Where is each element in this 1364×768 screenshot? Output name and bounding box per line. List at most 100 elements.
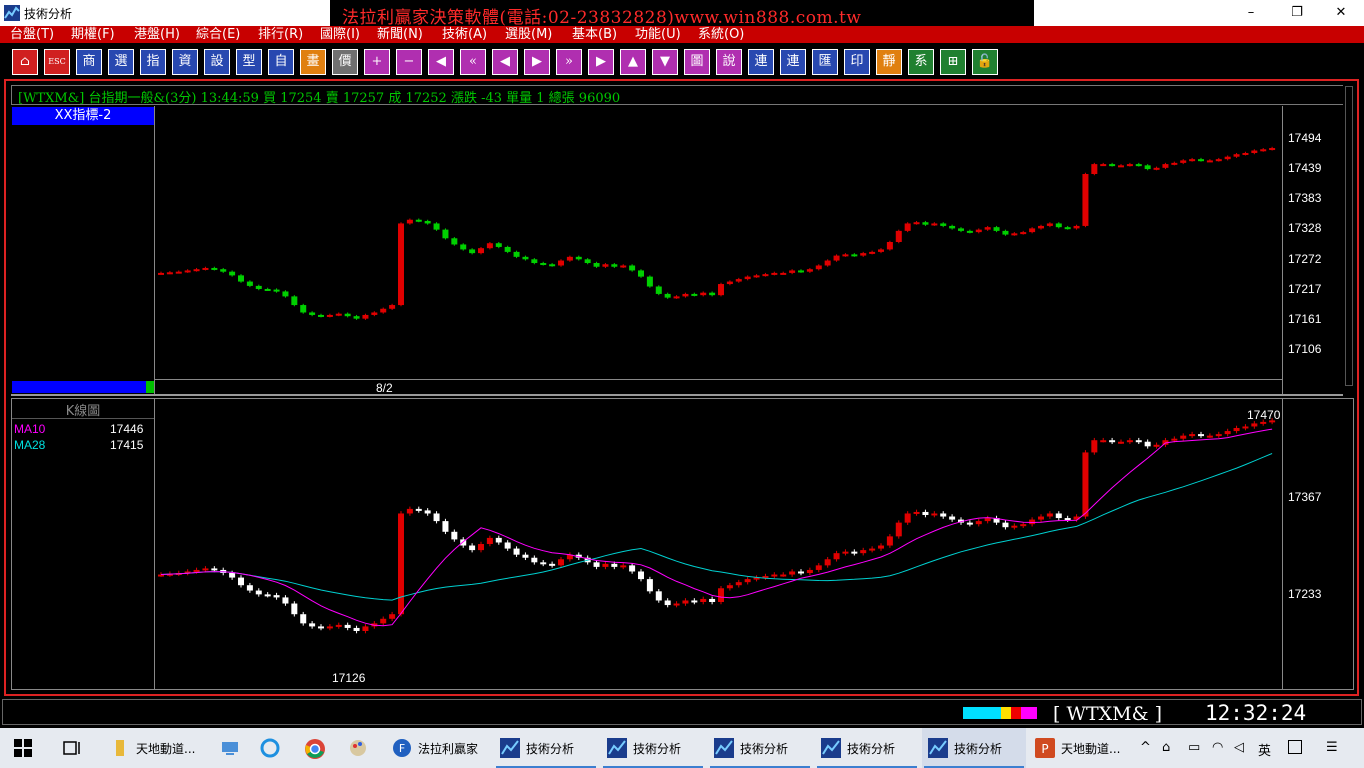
ime-indicator[interactable]: 英 <box>1258 740 1271 759</box>
notification-icon[interactable]: ☰ <box>1326 740 1338 755</box>
paint-icon[interactable] <box>348 738 368 758</box>
back-icon[interactable]: ◀ <box>492 49 518 75</box>
price-icon[interactable]: 價 <box>332 49 358 75</box>
candle-body <box>1100 164 1107 167</box>
indicator-title[interactable]: XX指標-2 <box>12 107 154 125</box>
status-color-red <box>1011 707 1021 719</box>
menu-composite[interactable]: 綜合(E) <box>196 26 240 43</box>
menu-system[interactable]: 系統(O) <box>698 26 744 43</box>
kline-title[interactable]: K線圖 <box>12 400 154 419</box>
zoom-out-icon[interactable]: − <box>396 49 422 75</box>
candle-body <box>1011 233 1018 236</box>
zoom-in-icon[interactable]: + <box>364 49 390 75</box>
kline-body <box>1082 452 1089 517</box>
kline-body <box>655 591 662 601</box>
taskbar-item[interactable]: 技術分析 <box>601 728 705 768</box>
select-icon[interactable]: 選 <box>108 49 134 75</box>
tray-battery-icon[interactable]: ▭ <box>1188 740 1200 755</box>
link-icon[interactable]: 連 <box>748 49 774 75</box>
forward-icon[interactable]: ▶ <box>524 49 550 75</box>
menu-function[interactable]: 功能(U) <box>635 26 681 43</box>
kline-body <box>442 521 449 532</box>
fast-forward-icon[interactable]: » <box>556 49 582 75</box>
taskbar-item[interactable]: 技術分析 <box>815 728 919 768</box>
menu-futures[interactable]: 期權(F) <box>71 26 115 43</box>
settings-icon[interactable]: 設 <box>204 49 230 75</box>
chrome-icon[interactable] <box>304 738 326 760</box>
tray-wifi-icon[interactable]: ◠ <box>1212 740 1223 755</box>
tray-device-icon[interactable]: ⌂ <box>1162 740 1170 755</box>
ie-browser-icon[interactable] <box>260 738 280 758</box>
taskbar-item[interactable]: 技術分析 <box>494 728 598 768</box>
kline-body <box>940 513 947 517</box>
pattern-icon[interactable]: 型 <box>236 49 262 75</box>
taskbar-item[interactable]: 天地動道... <box>104 728 208 768</box>
print-icon[interactable]: 印 <box>844 49 870 75</box>
product-icon[interactable]: 商 <box>76 49 102 75</box>
vertical-scrollbar[interactable] <box>1343 84 1355 394</box>
indicator-icon[interactable]: 指 <box>140 49 166 75</box>
fast-back-icon[interactable]: « <box>460 49 486 75</box>
esc-icon[interactable]: ESC <box>44 49 70 75</box>
static-icon[interactable]: 靜 <box>876 49 902 75</box>
kline-body <box>949 516 956 520</box>
home-icon[interactable]: ⌂ <box>12 49 38 75</box>
taskbar-item[interactable]: P 天地動道... <box>1029 728 1133 768</box>
menu-ranking[interactable]: 排行(R) <box>258 26 303 43</box>
left-end-icon[interactable]: ◀ <box>428 49 454 75</box>
app-chart-icon <box>4 5 20 21</box>
menu-stock-picking[interactable]: 選股(M) <box>505 26 552 43</box>
export-icon[interactable]: 匯 <box>812 49 838 75</box>
menu-international[interactable]: 國際(I) <box>320 26 360 43</box>
ma28-value: 17415 <box>110 438 144 452</box>
kline-body <box>744 579 751 583</box>
ferrari-icon: F <box>393 739 411 757</box>
indicator-candle-chart[interactable] <box>155 106 1282 378</box>
candle-body <box>1180 160 1187 163</box>
computer-icon[interactable] <box>220 738 240 758</box>
menu-technical[interactable]: 技術(A) <box>442 26 487 43</box>
bottom-yaxis-label: 17233 <box>1288 587 1322 601</box>
candle-body <box>806 269 813 272</box>
candle-body <box>1233 154 1240 157</box>
up-icon[interactable]: ▲ <box>620 49 646 75</box>
help-icon[interactable]: 說 <box>716 49 742 75</box>
menu-news[interactable]: 新聞(N) <box>377 26 423 43</box>
unlock-icon[interactable]: 🔓 <box>972 49 998 75</box>
candle-body <box>993 227 1000 231</box>
taskbar-item-active[interactable]: 技術分析 <box>922 728 1026 768</box>
taskbar-item[interactable]: F 法拉利贏家 <box>386 728 490 768</box>
menu-taipan[interactable]: 台盤(T) <box>10 26 54 43</box>
kline-body <box>1109 440 1116 443</box>
kline-candle-chart[interactable] <box>155 399 1282 689</box>
link2-icon[interactable]: 連 <box>780 49 806 75</box>
kline-body <box>478 544 484 551</box>
tray-volume-icon[interactable]: ◁ <box>1234 740 1244 755</box>
chart-icon[interactable]: 圖 <box>684 49 710 75</box>
menu-hk[interactable]: 港盤(H) <box>134 26 180 43</box>
custom-icon[interactable]: 自 <box>268 49 294 75</box>
kline-body <box>318 626 324 629</box>
down-icon[interactable]: ▼ <box>652 49 678 75</box>
close-button[interactable]: ✕ <box>1318 0 1364 26</box>
system-icon[interactable]: 系 <box>908 49 934 75</box>
layout-icon[interactable]: ⊞ <box>940 49 966 75</box>
tray-chevron-icon[interactable]: ^ <box>1140 740 1151 755</box>
tray-keyboard-icon[interactable] <box>1288 740 1302 754</box>
right-end-icon[interactable]: ▶ <box>588 49 614 75</box>
candle-body <box>575 256 582 260</box>
task-view-icon[interactable] <box>62 739 80 757</box>
candle-body <box>326 314 333 317</box>
kline-body <box>860 550 867 554</box>
data-icon[interactable]: 資 <box>172 49 198 75</box>
top-panel-axis-divider <box>1282 106 1283 394</box>
menu-fundamental[interactable]: 基本(B) <box>572 26 617 43</box>
ma10-value: 17446 <box>110 422 144 436</box>
candle-body <box>584 259 591 264</box>
minimize-button[interactable]: – <box>1228 0 1274 26</box>
windows-start-icon[interactable] <box>14 739 32 757</box>
taskbar-item[interactable]: 技術分析 <box>708 728 812 768</box>
draw-icon[interactable]: 畫 <box>300 49 326 75</box>
chart-app-icon <box>928 738 948 758</box>
restore-button[interactable]: ❐ <box>1274 0 1320 26</box>
